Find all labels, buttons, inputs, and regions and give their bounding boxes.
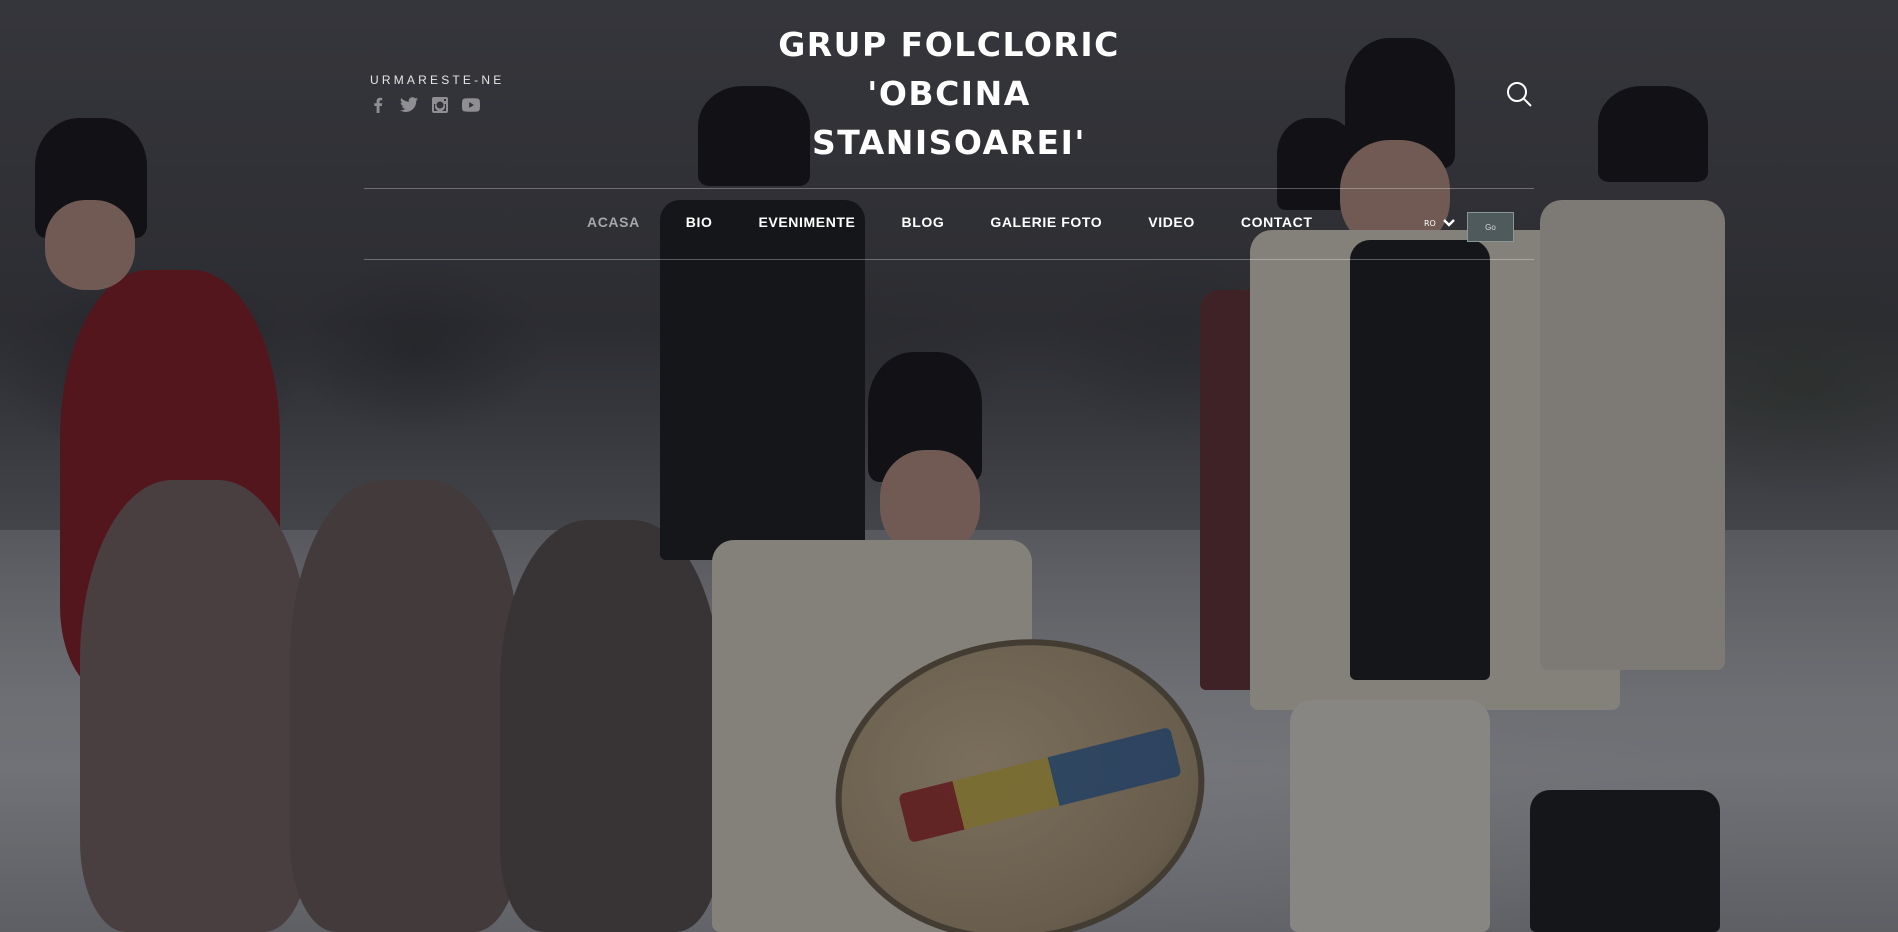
chevron-down-icon: [1443, 219, 1455, 227]
social-links: [370, 97, 504, 113]
nav-item-evenimente[interactable]: EVENIMENTE: [758, 214, 855, 230]
header-divider-bottom: [364, 259, 1534, 260]
nav-item-bio[interactable]: BIO: [686, 214, 713, 230]
youtube-icon[interactable]: [462, 97, 480, 113]
instagram-icon[interactable]: [432, 97, 448, 113]
site-title[interactable]: GRUP FOLCLORIC 'OBCINA STANISOAREI': [760, 20, 1138, 167]
nav-item-blog[interactable]: BLOG: [902, 214, 945, 230]
nav-item-video[interactable]: VIDEO: [1148, 214, 1195, 230]
nav-item-acasa[interactable]: ACASA: [587, 214, 640, 230]
language-code: RO: [1424, 218, 1436, 228]
site-title-line-3: STANISOAREI': [812, 123, 1086, 162]
twitter-icon[interactable]: [400, 97, 418, 113]
site-title-line-1: GRUP FOLCLORIC: [778, 25, 1120, 64]
facebook-icon[interactable]: [370, 97, 386, 113]
nav-item-galerie-foto[interactable]: GALERIE FOTO: [990, 214, 1102, 230]
follow-us: URMARESTE-NE: [370, 73, 504, 113]
language-go-button[interactable]: Go: [1467, 212, 1514, 242]
language-select[interactable]: RO: [1424, 218, 1456, 228]
follow-label: URMARESTE-NE: [370, 73, 505, 87]
nav-item-contact[interactable]: CONTACT: [1241, 214, 1313, 230]
main-navigation: ACASA BIO EVENIMENTE BLOG GALERIE FOTO V…: [587, 214, 1358, 230]
search-icon[interactable]: [1505, 80, 1533, 108]
site-title-line-2: 'OBCINA: [867, 74, 1031, 113]
header-divider-top: [364, 188, 1534, 189]
